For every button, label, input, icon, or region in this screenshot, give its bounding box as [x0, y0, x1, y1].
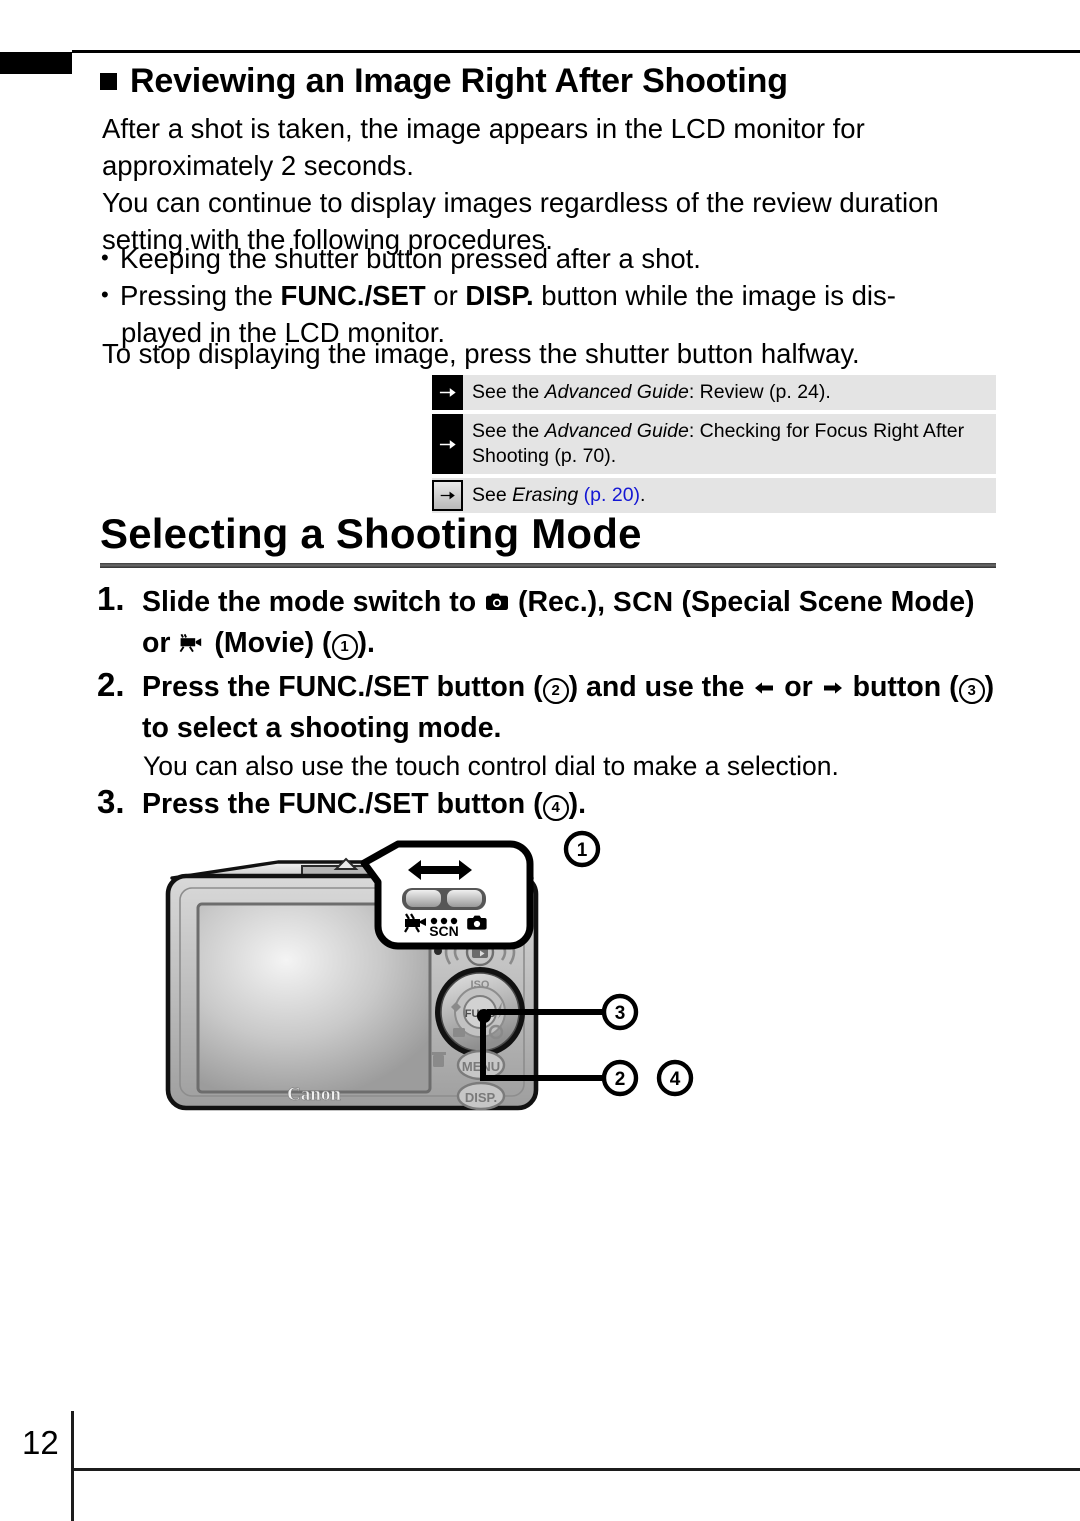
disp-label: DISP. — [465, 1090, 497, 1105]
reference-row-2-text: See the Advanced Guide: Checking for Foc… — [463, 414, 996, 474]
bullet-2-post: button while the image is dis- — [533, 280, 896, 311]
movie-camera-icon — [178, 626, 206, 665]
step-3: 3. Press the FUNC./SET button (4). — [97, 783, 1002, 824]
leader-anchor-dot — [477, 1009, 491, 1023]
drive-mode-icon — [453, 1028, 465, 1037]
step-1: 1. Slide the mode switch to (Rec.), SCN … — [97, 580, 1002, 665]
scn-label: SCN — [429, 923, 459, 939]
disp-button: DISP. — [456, 1081, 506, 1111]
bullet-2-mid: or — [425, 280, 466, 311]
arrow-right-icon — [432, 480, 463, 511]
reference-row-2: See the Advanced Guide: Checking for Foc… — [432, 414, 996, 474]
footer-vertical-rule — [71, 1411, 74, 1521]
bullet-2-pre: Pressing the — [120, 280, 281, 311]
bullet-item-1: Keeping the shutter button pressed after… — [100, 239, 1010, 277]
see-also-references: See the Advanced Guide: Review (p. 24). … — [432, 375, 996, 517]
callout-number-3: 3 — [958, 678, 985, 704]
camera-icon — [484, 585, 510, 624]
page-number: 12 — [22, 1424, 59, 1461]
square-bullet-icon — [100, 73, 117, 90]
step-3-text: Press the FUNC./SET button (4). — [97, 785, 1002, 824]
camera-rear-diagram: Canon ISO MENU DISP. SCN 1 3 2 4 — [150, 826, 730, 1126]
iso-label: ISO — [471, 979, 490, 991]
ref3-tail: . — [640, 484, 646, 506]
step-2-number: 2. — [97, 666, 125, 703]
intro-paragraph-3: To stop displaying the image, press the … — [102, 338, 860, 369]
intro-paragraph-1: After a shot is taken, the image appears… — [102, 113, 865, 181]
header-rule — [72, 50, 1080, 53]
step3-part1: Press the FUNC./SET button ( — [142, 788, 543, 820]
callout-marker-4: 4 — [656, 1059, 694, 1097]
mode-slider-switch — [402, 888, 486, 910]
arrow-right-icon — [432, 414, 463, 474]
ref1-post: : Review (p. 24). — [688, 381, 831, 403]
callout-numbers: 1 3 2 4 — [563, 830, 694, 1097]
step-1-text: Slide the mode switch to (Rec.), SCN (Sp… — [97, 582, 1002, 665]
brand-wordmark: Canon — [287, 1084, 341, 1105]
step1-part2: (Rec.), — [510, 586, 613, 618]
ref3-pre: See — [472, 484, 513, 506]
manual-page: Reviewing an Image Right After Shooting … — [0, 0, 1080, 1521]
step1-part1: Slide the mode switch to — [142, 586, 485, 618]
section-subheading: Reviewing an Image Right After Shooting — [100, 62, 1000, 101]
step3-part2: ). — [568, 788, 587, 820]
step2-part4: button ( — [844, 671, 959, 703]
bullet-item-1-text: Keeping the shutter button pressed after… — [120, 243, 701, 274]
callout-marker-3: 3 — [601, 993, 639, 1031]
step-3-number: 3. — [97, 783, 125, 820]
callout-marker-2: 2 — [601, 1059, 639, 1097]
chapter-tab-marker — [0, 52, 72, 74]
reference-row-3: See Erasing (p. 20). — [432, 478, 996, 513]
svg-text:2: 2 — [615, 1069, 626, 1090]
page-link[interactable]: (p. 20) — [584, 484, 640, 506]
funcset-label: FUNC./SET — [280, 280, 426, 311]
ref1-pre: See the — [472, 381, 545, 403]
ref3-italic: Erasing — [512, 484, 579, 506]
svg-text:1: 1 — [577, 840, 588, 861]
arrow-left-icon — [752, 670, 776, 709]
trash-icon — [431, 1052, 446, 1067]
callout-number-1: 1 — [331, 634, 358, 660]
footer-horizontal-rule — [71, 1468, 1080, 1471]
callout-number-4: 4 — [542, 795, 569, 821]
callout-number-2: 2 — [542, 678, 569, 704]
ref1-italic: Advanced Guide — [544, 381, 689, 403]
arrow-right-icon — [432, 375, 463, 410]
disp-label: DISP. — [465, 280, 534, 311]
page-title: Selecting a Shooting Mode — [100, 510, 642, 557]
scn-label: SCN — [612, 586, 674, 617]
svg-text:4: 4 — [670, 1069, 681, 1090]
step1-part4: (Movie) ( — [206, 627, 332, 659]
step2-part1: Press the FUNC./SET button ( — [142, 671, 543, 703]
step-1-number: 1. — [97, 580, 125, 617]
mode-switch-callout: SCN — [360, 840, 534, 950]
arrow-right-icon — [821, 670, 845, 709]
page-title-rule — [100, 563, 996, 568]
callout-marker-1: 1 — [563, 830, 601, 868]
step-2: 2. Press the FUNC./SET button (2) and us… — [97, 666, 1002, 748]
ref2-italic: Advanced Guide — [544, 420, 689, 442]
step2-part3: or — [776, 671, 821, 703]
reference-row-3-text: See Erasing (p. 20). — [463, 478, 651, 513]
ref2-pre: See the — [472, 420, 545, 442]
step1-part5: ). — [357, 627, 375, 659]
step-2-note: You can also use the touch control dial … — [143, 751, 839, 781]
reference-row-1-text: See the Advanced Guide: Review (p. 24). — [463, 375, 837, 410]
section-subheading-text: Reviewing an Image Right After Shooting — [130, 62, 788, 100]
svg-text:3: 3 — [615, 1003, 626, 1024]
step-2-text: Press the FUNC./SET button (2) and use t… — [97, 668, 1002, 748]
reference-row-1: See the Advanced Guide: Review (p. 24). — [432, 375, 996, 410]
step2-part2: ) and use the — [568, 671, 753, 703]
